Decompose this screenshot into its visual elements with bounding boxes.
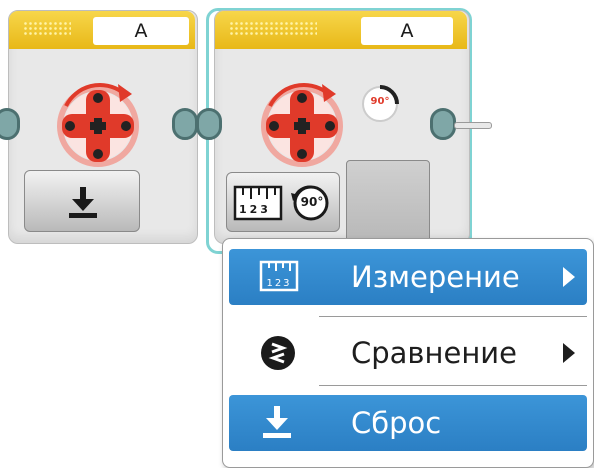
menu-item-label: Измерение xyxy=(351,260,520,294)
menu-item-reset[interactable]: Сброс xyxy=(229,395,587,451)
large-motor-icon xyxy=(57,83,139,167)
reset-icon xyxy=(263,406,291,438)
svg-text:123: 123 xyxy=(266,278,291,289)
ruler-icon: 123 xyxy=(259,260,299,292)
menu-separator xyxy=(319,316,587,317)
degrees-mode-label: 90° xyxy=(300,195,324,209)
port-selector[interactable]: A xyxy=(361,17,453,45)
header-grip xyxy=(229,21,317,37)
reset-icon xyxy=(69,187,97,218)
degrees-badge-label: 90° xyxy=(370,96,390,107)
menu-item-label: Сравнение xyxy=(351,336,517,370)
compare-icon xyxy=(261,336,295,370)
mode-context-menu: 123 Измерение Сравнение Сброс xyxy=(222,238,594,468)
degrees-badge-icon: 90° xyxy=(360,84,400,124)
submenu-arrow-icon xyxy=(563,343,575,363)
mode-selector-button[interactable] xyxy=(24,170,140,232)
port-selector[interactable]: A xyxy=(93,17,189,45)
motor-rotation-block-measure[interactable]: A 90° 123 90° xyxy=(196,0,500,250)
sequence-output-plug[interactable] xyxy=(172,108,198,140)
header-grip xyxy=(23,21,71,37)
menu-item-compare[interactable]: Сравнение xyxy=(229,325,587,381)
ruler-digits: 123 xyxy=(239,203,271,216)
sequence-output-plug[interactable] xyxy=(430,108,456,140)
output-area xyxy=(346,160,430,242)
menu-item-measure[interactable]: 123 Измерение xyxy=(229,249,587,305)
mode-selector-button[interactable]: 123 90° xyxy=(226,172,340,232)
data-output-wire[interactable] xyxy=(454,122,492,129)
large-motor-icon xyxy=(261,83,343,167)
sequence-input-plug[interactable] xyxy=(0,108,20,140)
menu-item-label: Сброс xyxy=(351,406,442,440)
motor-rotation-block-reset[interactable]: A xyxy=(0,0,205,250)
block-header: A xyxy=(9,11,195,49)
sequence-input-plug[interactable] xyxy=(196,108,222,140)
submenu-arrow-icon xyxy=(563,267,575,287)
block-header: A xyxy=(215,11,467,49)
menu-separator xyxy=(319,385,587,386)
